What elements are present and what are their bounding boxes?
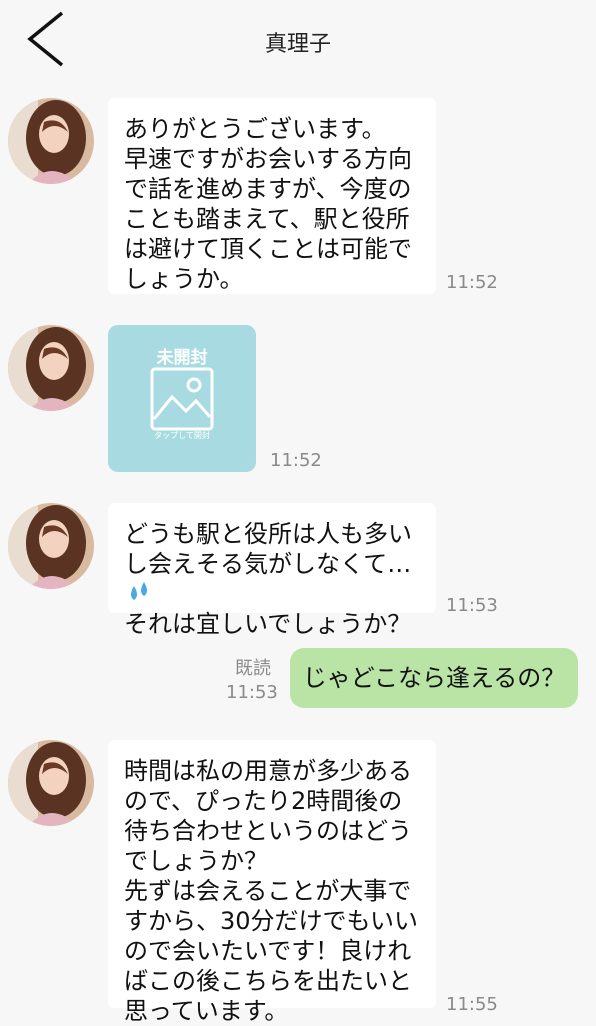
message-line: 先ずは会えることが大事で xyxy=(124,877,412,905)
message-bubble: ありがとうございます。 早速ですがお会いする方向 で話を進めますが、今度の こと… xyxy=(108,98,436,294)
sweat-drops-icon xyxy=(131,582,147,600)
message-line: し会えそる気がしなくて… xyxy=(124,549,420,609)
message-line: は避けて頂くことは可能で xyxy=(124,235,412,263)
unopened-image[interactable]: 未開封 タップして開封 xyxy=(108,325,256,472)
message-time: 11:52 xyxy=(270,450,322,471)
message-line: ので、ぴったり2時間後の xyxy=(124,787,403,815)
message-line: 思っています。 xyxy=(124,997,289,1025)
message-line: ばこの後こちらを出たいと xyxy=(124,967,412,995)
unopened-label: 未開封 xyxy=(156,348,208,368)
message-line: ありがとうございます。 xyxy=(124,115,386,143)
image-icon xyxy=(150,367,214,431)
message-line: ので会いたいです！良けれ xyxy=(124,937,412,965)
message-bubble: どうも駅と役所は人も多い し会えそる気がしなくて… それは宜しいでしょうか？ xyxy=(108,503,436,638)
message-line: で話を進めますが、今度の xyxy=(124,175,412,203)
my-message-bubble: じゃどこなら逢えるの？ xyxy=(290,648,578,708)
message-line: でしょうか？ xyxy=(124,847,268,875)
message-time: 11:53 xyxy=(446,595,498,616)
chat-header: 真理子 xyxy=(0,0,596,80)
avatar[interactable] xyxy=(8,503,94,589)
tap-to-open-label: タップして開封 xyxy=(154,431,210,440)
message-line: 時間は私の用意が多少ある xyxy=(124,757,412,785)
chat-partner-name: 真理子 xyxy=(264,32,331,57)
message-line: ことも踏まえて、駅と役所 xyxy=(124,205,410,233)
message-line: しょうか。 xyxy=(124,265,244,293)
message-time: 11:52 xyxy=(446,272,498,293)
message-line: 待ち合わせというのはどう xyxy=(124,817,412,845)
message-line: 早速ですがお会いする方向 xyxy=(124,145,412,173)
message-line-text: し会えそる気がしなくて… xyxy=(124,550,412,578)
message-bubble: 時間は私の用意が多少ある ので、ぴったり2時間後の 待ち合わせというのはどう で… xyxy=(108,740,436,1025)
read-receipt: 既読 xyxy=(235,658,271,679)
message-line: それは宜しいでしょうか？ xyxy=(124,610,412,638)
avatar[interactable] xyxy=(8,98,94,184)
avatar[interactable] xyxy=(8,740,94,826)
message-time: 11:55 xyxy=(446,994,498,1015)
message-line: すから、30分だけでもいい xyxy=(124,907,419,935)
avatar[interactable] xyxy=(8,325,94,411)
message-time: 11:53 xyxy=(226,682,278,703)
message-line: どうも駅と役所は人も多い xyxy=(124,520,412,548)
